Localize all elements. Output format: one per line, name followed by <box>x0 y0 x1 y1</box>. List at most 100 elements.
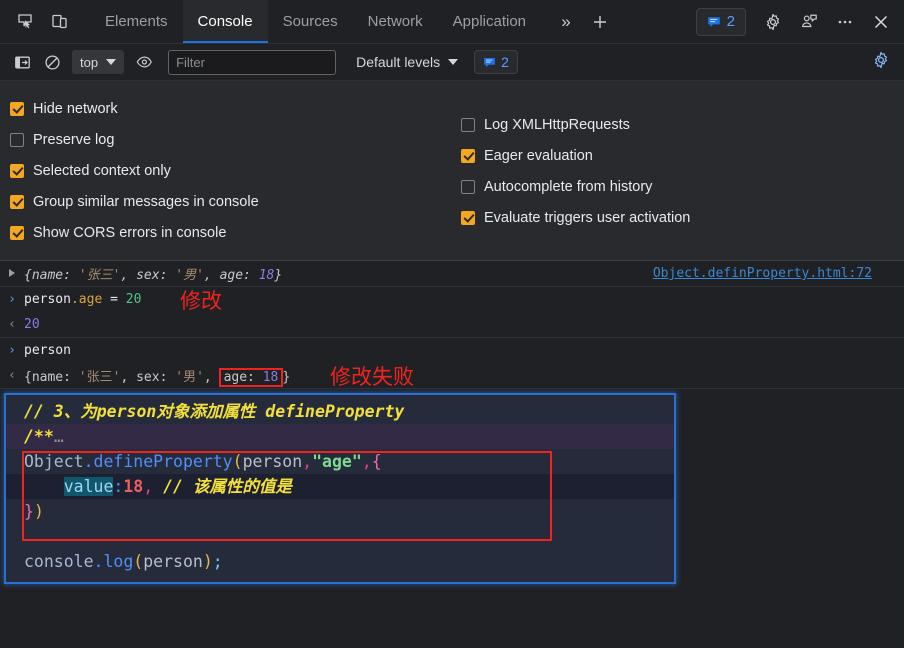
filter-input[interactable] <box>168 49 337 75</box>
tab-sources[interactable]: Sources <box>268 0 353 43</box>
tab-elements[interactable]: Elements <box>90 0 183 43</box>
code-comma-3: , <box>143 477 154 496</box>
value-age: 18 <box>262 370 279 385</box>
code-arg-person: person <box>242 452 303 471</box>
highlighted-age-property: age: 18 <box>218 368 284 387</box>
console-output-row-1: ‹ 20 <box>0 312 904 337</box>
checkbox-unchecked-icon[interactable] <box>10 132 24 147</box>
value-age: 18 <box>258 268 275 283</box>
console-input-expression-2[interactable]: person <box>24 343 71 358</box>
tab-console[interactable]: Console <box>182 0 268 43</box>
console-input-expression-1[interactable]: person.age = 20 <box>24 292 141 307</box>
more-tabs-icon[interactable]: » <box>549 0 583 43</box>
clear-console-icon[interactable] <box>38 49 66 75</box>
value-sex: '男' <box>175 268 204 283</box>
setting-group-similar-messages[interactable]: Group similar messages in console <box>10 186 455 217</box>
setting-selected-context-only[interactable]: Selected context only <box>10 155 455 186</box>
execution-context-selector[interactable]: top <box>72 50 125 74</box>
console-output-object-2[interactable]: {name: '张三', sex: '男', age: 18} <box>24 366 290 387</box>
console-eval-group-1: › person.age = 20 修改 ‹ 20 <box>0 287 904 338</box>
console-toolbar: top Default levels 2 <box>0 44 904 81</box>
input-prompt-icon: › <box>8 292 16 307</box>
issues-count: 2 <box>726 13 735 30</box>
checkbox-checked-icon[interactable] <box>10 225 24 240</box>
setting-hide-network-label: Hide network <box>33 100 118 117</box>
console-toolbar-right <box>866 51 896 74</box>
expr-object: person <box>24 292 71 307</box>
code-line-comment: // 3、为person对象添加属性 defineProperty <box>6 399 674 424</box>
code-console-object: console <box>24 552 94 571</box>
log-levels-selector[interactable]: Default levels <box>356 54 459 70</box>
key-age: age: <box>223 370 263 385</box>
create-live-expression-icon[interactable] <box>130 49 158 75</box>
issues-badge[interactable]: 2 <box>695 7 746 36</box>
sep-2: , <box>203 268 220 283</box>
console-settings-gear-icon[interactable] <box>866 51 896 74</box>
setting-log-xmlhttprequests[interactable]: Log XMLHttpRequests <box>461 109 904 140</box>
code-comma-2: , <box>361 452 372 471</box>
console-messages: {name: '张三', sex: '男', age: 18} Object.d… <box>0 261 904 584</box>
checkbox-checked-icon[interactable] <box>10 194 24 209</box>
expr-property: .age <box>70 292 103 307</box>
gear-icon[interactable] <box>756 13 790 31</box>
add-tab-icon[interactable] <box>583 0 617 43</box>
checkbox-checked-icon[interactable] <box>461 210 475 225</box>
output-prompt-icon: ‹ <box>8 368 16 383</box>
code-line-consolelog: console.log(person); <box>6 549 674 574</box>
tab-bar-actions: 2 <box>695 0 904 43</box>
key-name: name: <box>31 268 79 283</box>
code-doc-open: /** <box>24 427 54 446</box>
setting-eager-evaluation[interactable]: Eager evaluation <box>461 140 904 171</box>
code-colon: : <box>113 477 124 496</box>
checkbox-unchecked-icon[interactable] <box>461 179 475 194</box>
device-toolbar-icon[interactable] <box>42 0 76 43</box>
expand-object-icon[interactable] <box>0 266 24 281</box>
code-fold-ellipsis: … <box>53 427 64 446</box>
code-paren-close: ) <box>33 502 44 521</box>
console-output-row-2: ‹ {name: '张三', sex: '男', age: 18} 修改失败 <box>0 363 904 389</box>
tab-elements-label: Elements <box>105 13 168 30</box>
tab-network-label: Network <box>367 13 423 30</box>
checkbox-checked-icon[interactable] <box>10 163 24 178</box>
checkbox-checked-icon[interactable] <box>461 148 475 163</box>
tab-network[interactable]: Network <box>353 0 438 43</box>
code-descriptor-value: 18 <box>123 477 144 496</box>
input-prompt-icon: › <box>8 343 16 358</box>
tab-application-label: Application <box>452 13 527 30</box>
setting-preserve-log[interactable]: Preserve log <box>10 124 455 155</box>
console-issues-badge[interactable]: 2 <box>474 50 518 74</box>
show-console-sidebar-icon[interactable] <box>8 49 36 75</box>
code-snippet-block: // 3、为person对象添加属性 defineProperty /**… O… <box>4 393 676 584</box>
tab-application[interactable]: Application <box>438 0 541 43</box>
setting-show-cors-errors[interactable]: Show CORS errors in console <box>10 217 455 248</box>
code-method-name: .defineProperty <box>83 452 233 471</box>
log-levels-label: Default levels <box>356 54 441 70</box>
feedback-icon[interactable] <box>792 13 826 31</box>
code-line-defineproperty: Object.defineProperty(person,"age",{ <box>6 449 674 474</box>
setting-show-cors-errors-label: Show CORS errors in console <box>33 224 227 241</box>
setting-autocomplete-from-history-label: Autocomplete from history <box>484 178 653 195</box>
code-brace-close: } <box>24 502 34 521</box>
execution-context-label: top <box>80 54 99 70</box>
key-age: age: <box>219 268 259 283</box>
console-eval-group-2: › person ‹ {name: '张三', sex: '男', age: 1… <box>0 338 904 389</box>
setting-evaluate-triggers-user-activation[interactable]: Evaluate triggers user activation <box>461 202 904 233</box>
inspect-element-icon[interactable] <box>8 0 42 43</box>
setting-hide-network[interactable]: Hide network <box>10 93 455 124</box>
devtools-tab-bar: Elements Console Sources Network Applica… <box>0 0 904 44</box>
logged-object-preview[interactable]: {name: '张三', sex: '男', age: 18} <box>24 264 282 283</box>
annotation-modify: 修改 <box>180 289 222 313</box>
setting-autocomplete-from-history[interactable]: Autocomplete from history <box>461 171 904 202</box>
checkbox-unchecked-icon[interactable] <box>461 117 475 132</box>
checkbox-checked-icon[interactable] <box>10 101 24 116</box>
more-options-icon[interactable] <box>828 13 862 31</box>
value-sex: '男' <box>175 370 204 385</box>
close-icon[interactable] <box>864 13 898 31</box>
sep-1: , <box>120 370 137 385</box>
setting-log-xmlhttprequests-label: Log XMLHttpRequests <box>484 116 630 133</box>
code-line-folded-doc[interactable]: /**… <box>6 424 674 449</box>
setting-group-similar-messages-label: Group similar messages in console <box>33 193 259 210</box>
source-location-link[interactable]: Object.definProperty.html:72 <box>653 266 872 281</box>
message-bubble-icon <box>707 16 720 27</box>
code-paren-close-2: ) <box>202 552 213 571</box>
